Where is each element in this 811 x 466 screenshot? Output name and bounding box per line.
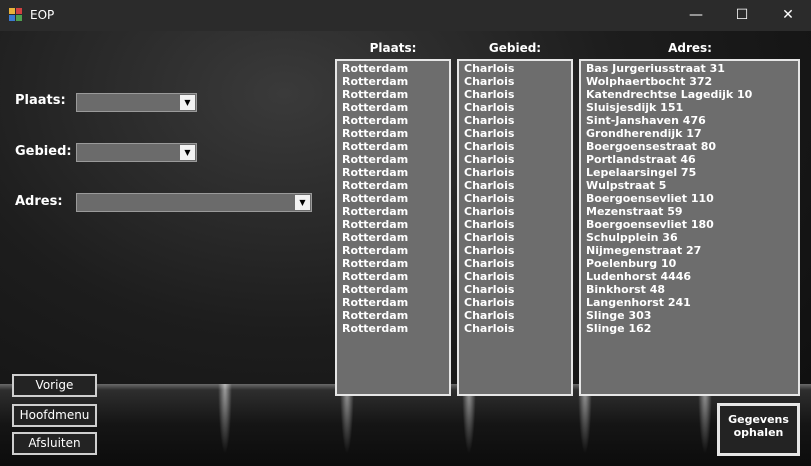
list-item[interactable]: Rotterdam xyxy=(342,322,444,335)
list-item[interactable]: Charlois xyxy=(464,231,566,244)
adres-select[interactable]: ▼ xyxy=(76,193,312,212)
chevron-down-icon[interactable]: ▼ xyxy=(180,95,195,110)
list-item[interactable]: Charlois xyxy=(464,283,566,296)
close-button[interactable]: ✕ xyxy=(765,0,811,31)
list-item[interactable]: Charlois xyxy=(464,270,566,283)
list-item[interactable]: Boergoensestraat 80 xyxy=(586,140,793,153)
afsluiten-button[interactable]: Afsluiten xyxy=(12,432,97,455)
list-item[interactable]: Charlois xyxy=(464,179,566,192)
list-item[interactable]: Rotterdam xyxy=(342,88,444,101)
list-item[interactable]: Rotterdam xyxy=(342,257,444,270)
list-item[interactable]: Charlois xyxy=(464,205,566,218)
list-item[interactable]: Charlois xyxy=(464,309,566,322)
list-item[interactable]: Rotterdam xyxy=(342,270,444,283)
list-item[interactable]: Langenhorst 241 xyxy=(586,296,793,309)
list-item[interactable]: Charlois xyxy=(464,127,566,140)
list-item[interactable]: Rotterdam xyxy=(342,283,444,296)
list-item[interactable]: Charlois xyxy=(464,192,566,205)
list-item[interactable]: Rotterdam xyxy=(342,179,444,192)
gegevens-ophalen-line1: Gegevens xyxy=(728,413,789,426)
adres-listbox[interactable]: Bas Jurgeriusstraat 31 Wolphaertbocht 372… xyxy=(579,59,800,396)
list-item[interactable]: Charlois xyxy=(464,322,566,335)
light-glow xyxy=(218,384,232,454)
maximize-button[interactable]: ☐ xyxy=(719,0,765,31)
list-item[interactable]: Rotterdam xyxy=(342,218,444,231)
list-item[interactable]: Nijmegenstraat 27 xyxy=(586,244,793,257)
list-item[interactable]: Rotterdam xyxy=(342,205,444,218)
list-item[interactable]: Charlois xyxy=(464,101,566,114)
list-item[interactable]: Boergoensevliet 110 xyxy=(586,192,793,205)
list-item[interactable]: Rotterdam xyxy=(342,114,444,127)
plaats-select[interactable]: ▼ xyxy=(76,93,197,112)
list-item[interactable]: Charlois xyxy=(464,166,566,179)
list-item[interactable]: Wulpstraat 5 xyxy=(586,179,793,192)
list-item[interactable]: Portlandstraat 46 xyxy=(586,153,793,166)
list-item[interactable]: Rotterdam xyxy=(342,192,444,205)
list-item[interactable]: Rotterdam xyxy=(342,140,444,153)
list-item[interactable]: Mezenstraat 59 xyxy=(586,205,793,218)
gegevens-ophalen-button[interactable]: Gegevens ophalen xyxy=(717,403,800,456)
adres-label: Adres: xyxy=(15,194,63,209)
list-item[interactable]: Grondherendijk 17 xyxy=(586,127,793,140)
close-icon: ✕ xyxy=(782,7,794,23)
list-item[interactable]: Charlois xyxy=(464,153,566,166)
list-item[interactable]: Charlois xyxy=(464,244,566,257)
list-item[interactable]: Schulpplein 36 xyxy=(586,231,793,244)
list-item[interactable]: Binkhorst 48 xyxy=(586,283,793,296)
hoofdmenu-button[interactable]: Hoofdmenu xyxy=(12,404,97,427)
list-item[interactable]: Charlois xyxy=(464,257,566,270)
vorige-button[interactable]: Vorige xyxy=(12,374,97,397)
list-item[interactable]: Charlois xyxy=(464,88,566,101)
plaats-label: Plaats: xyxy=(15,93,66,108)
list-item[interactable]: Bas Jurgeriusstraat 31 xyxy=(586,62,793,75)
list-item[interactable]: Sluisjesdijk 151 xyxy=(586,101,793,114)
chevron-down-icon[interactable]: ▼ xyxy=(295,195,310,210)
plaats-listbox[interactable]: Rotterdam Rotterdam Rotterdam Rotterdam Rott… xyxy=(335,59,451,396)
list-item[interactable]: Rotterdam xyxy=(342,153,444,166)
list-item[interactable]: Rotterdam xyxy=(342,244,444,257)
list-item[interactable]: Poelenburg 10 xyxy=(586,257,793,270)
list-item[interactable]: Boergoensevliet 180 xyxy=(586,218,793,231)
list-item[interactable]: Slinge 303 xyxy=(586,309,793,322)
list-item[interactable]: Rotterdam xyxy=(342,127,444,140)
minimize-icon: — xyxy=(689,7,703,23)
list-item[interactable]: Ludenhorst 4446 xyxy=(586,270,793,283)
title-bar: EOP — ☐ ✕ xyxy=(0,0,811,31)
list-item[interactable]: Rotterdam xyxy=(342,75,444,88)
window-title: EOP xyxy=(30,8,55,22)
gebied-column-header: Gebied: xyxy=(488,41,542,55)
list-item[interactable]: Sint-Janshaven 476 xyxy=(586,114,793,127)
gebied-select[interactable]: ▼ xyxy=(76,143,197,162)
list-item[interactable]: Rotterdam xyxy=(342,166,444,179)
list-item[interactable]: Rotterdam xyxy=(342,101,444,114)
adres-column-header: Adres: xyxy=(668,41,712,55)
background-floor xyxy=(0,384,811,466)
list-item[interactable]: Charlois xyxy=(464,114,566,127)
list-item[interactable]: Rotterdam xyxy=(342,296,444,309)
plaats-column-header: Plaats: xyxy=(369,41,417,55)
list-item[interactable]: Charlois xyxy=(464,62,566,75)
list-item[interactable]: Charlois xyxy=(464,296,566,309)
list-item[interactable]: Rotterdam xyxy=(342,309,444,322)
app-icon xyxy=(9,8,23,22)
gebied-label: Gebied: xyxy=(15,144,72,159)
gebied-listbox[interactable]: Charlois Charlois Charlois Charlois Charlois… xyxy=(457,59,573,396)
list-item[interactable]: Charlois xyxy=(464,140,566,153)
list-item[interactable]: Slinge 162 xyxy=(586,322,793,335)
list-item[interactable]: Rotterdam xyxy=(342,62,444,75)
maximize-icon: ☐ xyxy=(735,7,749,23)
list-item[interactable]: Charlois xyxy=(464,218,566,231)
chevron-down-icon[interactable]: ▼ xyxy=(180,145,195,160)
list-item[interactable]: Katendrechtse Lagedijk 10 xyxy=(586,88,793,101)
list-item[interactable]: Rotterdam xyxy=(342,231,444,244)
list-item[interactable]: Charlois xyxy=(464,75,566,88)
minimize-button[interactable]: — xyxy=(673,0,719,31)
gegevens-ophalen-line2: ophalen xyxy=(733,426,784,439)
list-item[interactable]: Wolphaertbocht 372 xyxy=(586,75,793,88)
list-item[interactable]: Lepelaarsingel 75 xyxy=(586,166,793,179)
